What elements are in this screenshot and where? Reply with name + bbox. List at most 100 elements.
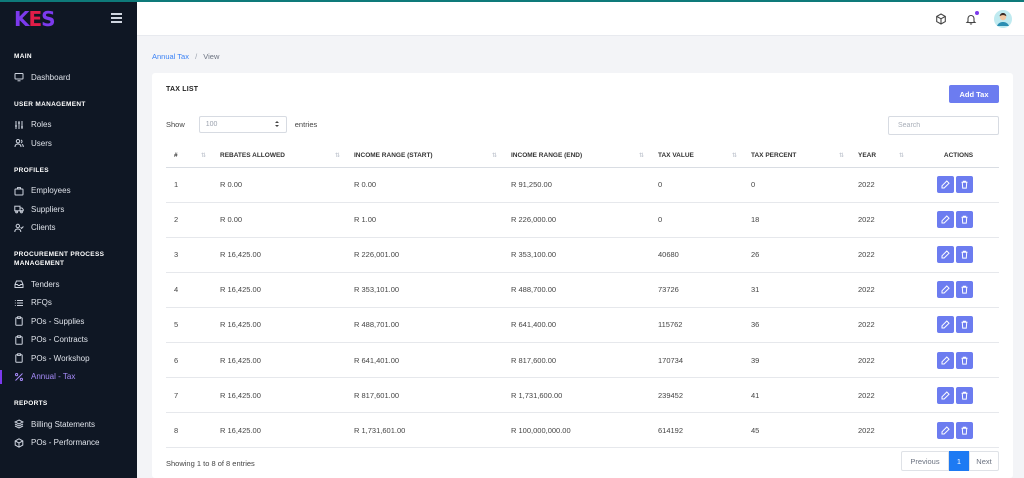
sidebar-item-label: Users xyxy=(31,138,52,148)
sidebar-item-label: Dashboard xyxy=(31,72,71,82)
sidebar-item-rfqs[interactable]: RFQs xyxy=(0,294,137,313)
table-row: 6R 16,425.00 R 641,401.00 R 817,600.00 1707… xyxy=(166,342,999,379)
sidebar-item-dashboard[interactable]: Dashboard xyxy=(0,68,137,87)
edit-button[interactable] xyxy=(936,421,954,439)
sidebar-item-suppliers[interactable]: Suppliers xyxy=(0,200,137,219)
table-cell: 614192 xyxy=(650,412,743,449)
logo[interactable]: KES xyxy=(14,9,56,29)
edit-button[interactable] xyxy=(936,316,954,334)
table-cell: 45 xyxy=(743,412,850,449)
table-cell: R 353,100.00 xyxy=(503,237,650,273)
page-1-button[interactable]: 1 xyxy=(949,451,969,471)
trash-icon xyxy=(961,321,967,330)
edit-button[interactable] xyxy=(936,246,954,264)
add-tax-button[interactable]: Add Tax xyxy=(949,85,999,103)
table-row: 1R 0.00 R 0.00 R 91,250.00 0 0 2022 xyxy=(166,167,999,203)
table-cell: 73726 xyxy=(650,272,743,308)
search-input[interactable] xyxy=(888,116,999,135)
breadcrumb-link-annual-tax[interactable]: Annual Tax xyxy=(152,52,189,61)
tax-list-card: TAX LIST Add Tax Show 100 entries #⇅ REB… xyxy=(152,73,1013,478)
column-header-year[interactable]: YEAR ⇅ xyxy=(850,145,910,168)
top-header xyxy=(137,2,1024,36)
table-cell: 2022 xyxy=(850,237,910,273)
edit-button[interactable] xyxy=(936,211,954,229)
menu-toggle-icon[interactable] xyxy=(111,13,122,23)
sliders-icon xyxy=(14,120,24,130)
truck-icon xyxy=(14,204,24,214)
delete-button[interactable] xyxy=(955,386,973,404)
sidebar-item-clients[interactable]: Clients xyxy=(0,219,137,238)
table-cell: 170734 xyxy=(650,342,743,379)
table-cell: R 16,425.00 xyxy=(212,412,346,449)
column-header-income-end[interactable]: INCOME RANGE (END) ⇅ xyxy=(503,145,650,168)
row-actions xyxy=(910,237,999,273)
delete-button[interactable] xyxy=(955,281,973,299)
table-cell: R 817,601.00 xyxy=(346,377,503,414)
edit-button[interactable] xyxy=(936,386,954,404)
edit-icon xyxy=(941,320,950,329)
edit-icon xyxy=(941,425,950,435)
header-actions xyxy=(934,10,1012,28)
edit-button[interactable] xyxy=(936,351,954,369)
users-icon xyxy=(14,138,24,148)
table-cell: R 16,425.00 xyxy=(212,272,346,308)
tax-table: # ⇅ REBATES ALLOWED ⇅ INCOME RANGE (START)… xyxy=(166,145,999,449)
table-row: 7R 16,425.00 R 817,601.00 R 1,731,600.00 23… xyxy=(166,377,999,414)
clipboard-icon xyxy=(14,353,24,363)
sort-icon: ⇅ xyxy=(200,153,206,159)
column-header-number[interactable]: # ⇅ xyxy=(166,145,212,168)
table-cell: 0 xyxy=(650,167,743,203)
table-cell: 40680 xyxy=(650,237,743,273)
table-cell: 2022 xyxy=(850,272,910,308)
table-cell: 1 xyxy=(166,167,212,203)
avatar[interactable] xyxy=(994,10,1012,28)
sidebar-item-label: Suppliers xyxy=(31,204,65,214)
edit-icon xyxy=(941,355,950,365)
sidebar-item-label: Tenders xyxy=(31,279,60,289)
bell-icon[interactable] xyxy=(964,11,979,26)
edit-button[interactable] xyxy=(936,176,954,194)
sidebar-item-users[interactable]: Users xyxy=(0,134,137,153)
column-header-rebates[interactable]: REBATES ALLOWED ⇅ xyxy=(212,145,346,168)
table-row: 4R 16,425.00 R 353,101.00 R 488,700.00 7372… xyxy=(166,272,999,308)
row-actions xyxy=(910,342,999,379)
column-header-tax-percent[interactable]: TAX PERCENT ⇅ xyxy=(743,145,850,168)
sidebar-item-pos-workshop[interactable]: POs - Workshop xyxy=(0,349,137,368)
sidebar-item-annual-tax[interactable]: Annual - Tax xyxy=(0,368,137,387)
sidebar-item-pos-performance[interactable]: POs - Performance xyxy=(0,434,137,453)
sidebar-item-billing-statements[interactable]: Billing Statements xyxy=(0,415,137,434)
sidebar-section-main: MAIN xyxy=(14,53,32,60)
next-page-button[interactable]: Next xyxy=(969,451,999,471)
delete-button[interactable] xyxy=(955,351,973,369)
trash-icon xyxy=(961,180,967,189)
table-cell: R 16,425.00 xyxy=(212,237,346,273)
sidebar-item-tenders[interactable]: Tenders xyxy=(0,275,137,294)
column-header-income-start[interactable]: INCOME RANGE (START) ⇅ xyxy=(346,145,503,168)
table-cell: 5 xyxy=(166,307,212,343)
row-actions xyxy=(910,167,999,203)
table-cell: R 0.00 xyxy=(346,167,503,203)
monitor-icon xyxy=(14,72,24,82)
sidebar-item-roles[interactable]: Roles xyxy=(0,116,137,135)
sidebar-item-employees[interactable]: Employees xyxy=(0,182,137,201)
breadcrumb-current: View xyxy=(203,52,220,61)
delete-button[interactable] xyxy=(955,316,973,334)
column-header-tax-value[interactable]: TAX VALUE ⇅ xyxy=(650,145,743,168)
delete-button[interactable] xyxy=(955,421,973,439)
delete-button[interactable] xyxy=(955,176,973,194)
previous-page-button[interactable]: Previous xyxy=(901,451,949,471)
table-cell: 2022 xyxy=(850,377,910,414)
delete-button[interactable] xyxy=(955,211,973,229)
edit-button[interactable] xyxy=(936,281,954,299)
table-cell: 6 xyxy=(166,342,212,379)
sidebar-item-pos-supplies[interactable]: POs - Supplies xyxy=(0,312,137,331)
sort-icon: ⇅ xyxy=(898,153,904,159)
entries-select-value: 100 xyxy=(205,121,218,128)
delete-button[interactable] xyxy=(955,246,973,264)
sidebar-item-pos-contracts[interactable]: POs - Contracts xyxy=(0,331,137,350)
box-icon[interactable] xyxy=(934,12,948,26)
sidebar-section-user-management: USER MANAGEMENT xyxy=(14,100,86,108)
inbox-icon xyxy=(14,279,24,289)
column-header-actions: ACTIONS xyxy=(910,145,999,168)
entries-select[interactable]: 100 xyxy=(198,116,287,133)
